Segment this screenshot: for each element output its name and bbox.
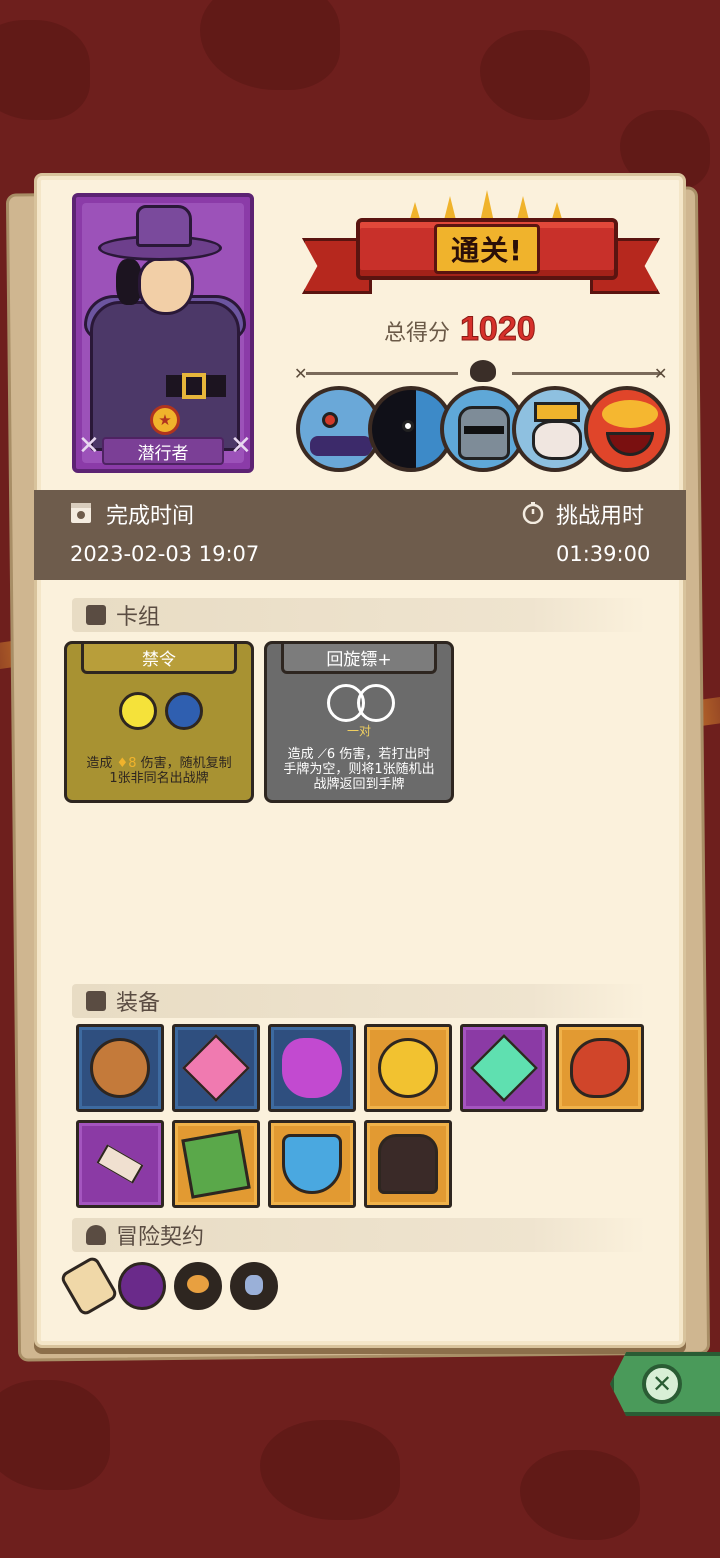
deck-section-title: 卡组 bbox=[116, 605, 161, 630]
equip-cross-bone-charm[interactable] bbox=[76, 1120, 164, 1208]
card-title: 回旋镖+ bbox=[281, 644, 437, 674]
bone-icon: ✕ bbox=[230, 431, 252, 461]
equipment-section-title: 装备 bbox=[116, 991, 161, 1016]
equip-mossy-brick[interactable] bbox=[172, 1120, 260, 1208]
challenge-time-value: 01:39:00 bbox=[556, 542, 651, 566]
character-card: ★ ✕ ✕ 潜行者 bbox=[72, 193, 254, 473]
equip-compass-shield[interactable] bbox=[76, 1024, 164, 1112]
contracts-section-title: 冒险契约 bbox=[116, 1225, 205, 1250]
crossed-swords-icon: ✕ bbox=[294, 364, 308, 383]
equip-purple-splash[interactable] bbox=[268, 1024, 356, 1112]
banner-title: 通关! bbox=[434, 224, 540, 274]
rank-medal-icon: ★ bbox=[150, 405, 180, 435]
equip-bat-cloak[interactable] bbox=[364, 1120, 452, 1208]
card-description: 造成 ⟋6 伤害，若打出时 手牌为空，则将1张随机出 战牌返回到手牌 bbox=[283, 747, 435, 792]
boss-portrait-fire-demon bbox=[584, 386, 670, 472]
equip-blue-crest-shield[interactable] bbox=[268, 1120, 356, 1208]
character-portrait bbox=[138, 257, 194, 315]
bone-icon: ✕ bbox=[78, 431, 100, 461]
challenge-time-label: 挑战用时 bbox=[556, 504, 645, 529]
calendar-icon bbox=[71, 503, 91, 523]
contract-roast-plate-icon[interactable] bbox=[174, 1262, 222, 1310]
divider-right bbox=[512, 372, 662, 375]
contract-purple-star-seal-icon[interactable] bbox=[118, 1262, 166, 1310]
finish-time-label: 完成时间 bbox=[106, 504, 195, 529]
deck-card-boomerang[interactable]: 回旋镖+ 一对 造成 ⟋6 伤害，若打出时 手牌为空，则将1张随机出 战牌返回到… bbox=[264, 641, 454, 803]
stopwatch-icon bbox=[522, 502, 544, 524]
deck-section-header: 卡组 bbox=[72, 598, 646, 632]
divider-left bbox=[306, 372, 458, 375]
card-description: 造成 ♦8 伤害，随机复制 1张非同名出战牌 bbox=[86, 756, 232, 786]
card-pair-label: 一对 bbox=[346, 724, 371, 738]
character-name: 潜行者 bbox=[102, 437, 224, 465]
finish-time-value: 2023-02-03 19:07 bbox=[70, 542, 260, 566]
close-icon: ✕ bbox=[651, 1370, 673, 1398]
score-row: 总得分 1020 bbox=[384, 310, 536, 349]
victory-banner: 通关! bbox=[356, 218, 618, 280]
equip-gold-coin[interactable] bbox=[364, 1024, 452, 1112]
defeated-bosses bbox=[296, 386, 676, 474]
empty-slot-icon bbox=[357, 684, 395, 722]
lemon-gem-icon bbox=[119, 692, 157, 730]
blue-berry-gem-icon bbox=[165, 692, 203, 730]
deck-card-ban[interactable]: 禁令 造成 ♦8 伤害，随机复制 1张非同名出战牌 bbox=[64, 641, 254, 803]
equip-roast-meat[interactable] bbox=[556, 1024, 644, 1112]
equipment-section-header: 装备 bbox=[72, 984, 646, 1018]
close-button[interactable]: ✕ bbox=[642, 1364, 682, 1404]
equip-green-gem[interactable] bbox=[460, 1024, 548, 1112]
box-icon bbox=[86, 991, 106, 1011]
score-value: 1020 bbox=[460, 310, 537, 349]
contracts-section-header: 冒险契约 bbox=[72, 1218, 646, 1252]
contract-skull-seal-icon[interactable] bbox=[230, 1262, 278, 1310]
score-label: 总得分 bbox=[384, 321, 451, 346]
person-icon bbox=[86, 1225, 106, 1245]
crossed-swords-icon: ✕ bbox=[654, 364, 668, 383]
card-title: 禁令 bbox=[81, 644, 237, 674]
skull-icon bbox=[470, 360, 496, 382]
cards-icon bbox=[86, 605, 106, 625]
equip-pink-crystal[interactable] bbox=[172, 1024, 260, 1112]
stats-bar: 完成时间 2023-02-03 19:07 挑战用时 01:39:00 bbox=[34, 490, 686, 580]
